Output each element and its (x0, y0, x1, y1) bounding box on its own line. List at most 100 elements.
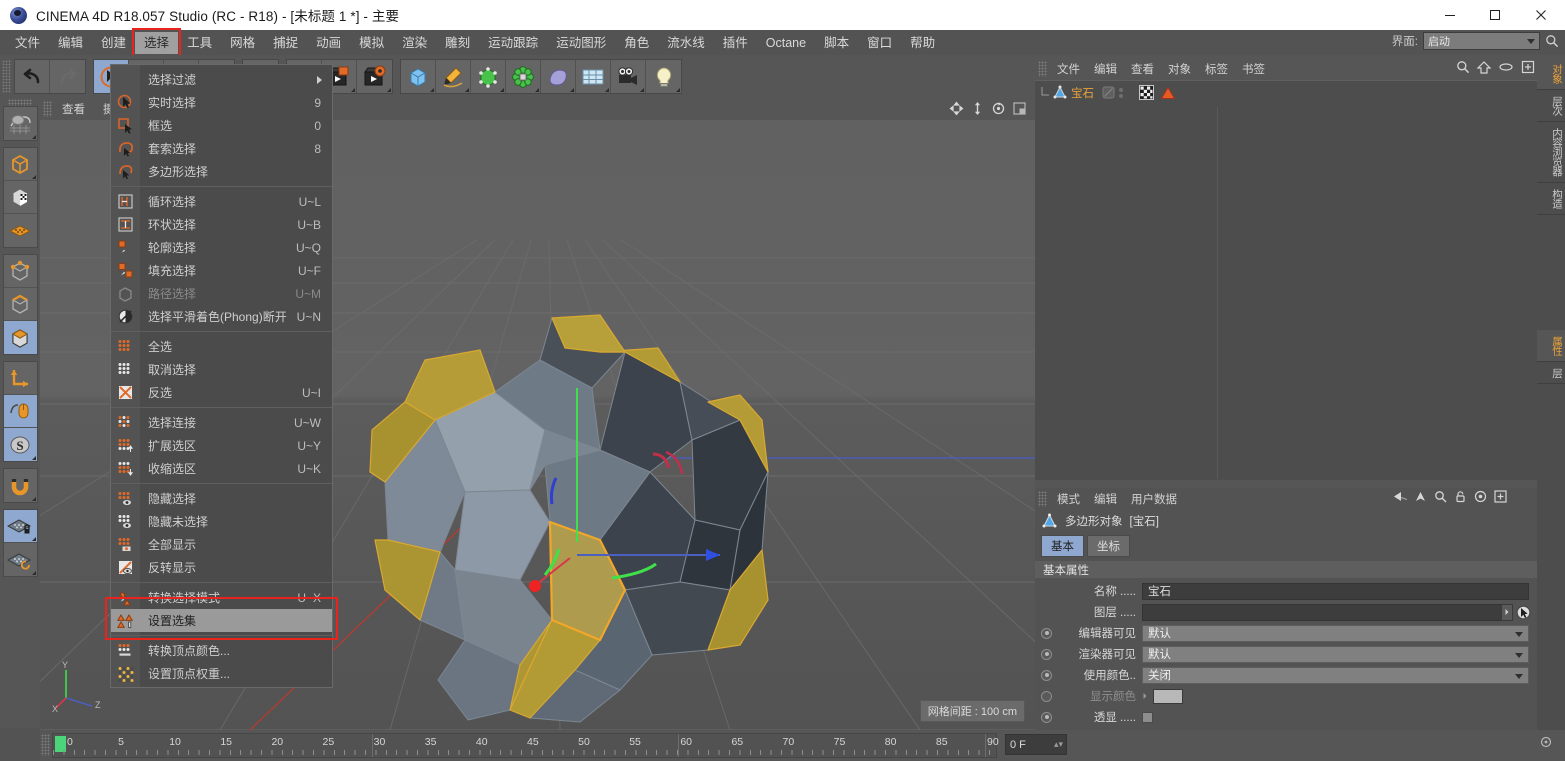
objmgr-menu-file[interactable]: 文件 (1050, 59, 1087, 79)
tab-coordinates[interactable]: 坐标 (1087, 535, 1130, 557)
menu-item-filter[interactable]: 选择过滤 (111, 68, 332, 91)
objmgr-menu-object[interactable]: 对象 (1161, 59, 1198, 79)
viewport-solo-icon[interactable] (3, 395, 37, 428)
redo-icon[interactable] (50, 60, 85, 93)
right-side-tab-0[interactable]: 属性 (1537, 329, 1565, 362)
ellipse-icon[interactable] (1498, 61, 1514, 73)
home-icon[interactable] (1477, 60, 1491, 74)
menu-4[interactable]: 工具 (178, 32, 221, 54)
workplane-lock-icon[interactable] (3, 510, 37, 543)
attribute-manager-grip[interactable] (1038, 491, 1047, 507)
undo-icon[interactable] (15, 60, 50, 93)
attrmgr-menu-mode[interactable]: 模式 (1050, 489, 1087, 509)
menu-item-lasso-selection[interactable]: 套索选择 8 (111, 137, 332, 160)
attribute-radio-icon[interactable] (1041, 690, 1052, 702)
object-disabled-icon[interactable] (1102, 86, 1115, 99)
menu-item-fill-selection[interactable]: 填充选择 U~F (111, 259, 332, 282)
workplane-rotate-icon[interactable] (4, 543, 37, 576)
floor-sky-icon[interactable] (576, 60, 611, 93)
target-icon[interactable] (1474, 490, 1487, 503)
objmgr-menu-edit[interactable]: 编辑 (1087, 59, 1124, 79)
spline-pen-icon[interactable] (436, 60, 471, 93)
object-axis-icon[interactable] (3, 362, 37, 395)
close-button[interactable] (1517, 0, 1565, 30)
search-icon[interactable] (1545, 34, 1559, 48)
attribute-radio-icon[interactable] (1041, 648, 1052, 660)
current-frame-field[interactable]: 0 F ▴▾ (1005, 734, 1067, 755)
menu-item-outline-selection[interactable]: 轮廓选择 U~Q (111, 236, 332, 259)
timeline-settings-icon[interactable] (1539, 735, 1553, 749)
object-row-gem[interactable]: 宝石 (1035, 84, 1537, 101)
layer-expand-button[interactable] (1501, 603, 1513, 621)
soft-selection-icon[interactable]: S (3, 428, 37, 461)
generator-icon[interactable] (471, 60, 506, 93)
frame-stepper-icon[interactable]: ▴▾ (1054, 739, 1063, 750)
tab-basic[interactable]: 基本 (1041, 535, 1084, 557)
menu-1[interactable]: 编辑 (49, 32, 92, 54)
menu-19[interactable]: 帮助 (901, 32, 944, 54)
interface-dropdown[interactable]: 启动 (1423, 32, 1540, 50)
display-color-swatch[interactable] (1153, 688, 1183, 704)
menu-0[interactable]: 文件 (6, 32, 49, 54)
menu-16[interactable]: Octane (757, 32, 815, 54)
timeline-track[interactable]: 0 5 10 15 20 25 30 35 40 45 50 55 60 65 70 75 80 85 90 (52, 733, 999, 758)
menu-item-unhide-all[interactable]: 全部显示 (111, 533, 332, 556)
menu-item-invert-selection[interactable]: 反选 U~I (111, 381, 332, 404)
menu-7[interactable]: 动画 (307, 32, 350, 54)
render-settings-icon[interactable] (357, 60, 392, 93)
menu-item-set-selection[interactable]: 设置选集 (111, 609, 332, 632)
menu-3[interactable]: 选择 (132, 27, 182, 58)
right-tab-0[interactable]: 对象 (1537, 58, 1565, 90)
polygon-mode-icon[interactable] (3, 321, 37, 354)
menu-item-convert-vertex-color[interactable]: 转换顶点颜色... (111, 639, 332, 662)
menu-item-set-vertex-weight[interactable]: 设置顶点权重... (111, 662, 332, 685)
menu-18[interactable]: 窗口 (858, 32, 901, 54)
menu-15[interactable]: 插件 (714, 32, 757, 54)
back-icon[interactable] (1391, 490, 1407, 503)
lock-icon[interactable] (1454, 490, 1467, 503)
layer-input[interactable] (1142, 603, 1507, 621)
object-manager[interactable]: 宝石 (1035, 80, 1537, 480)
menu-item-live-selection[interactable]: 实时选择 9 (111, 91, 332, 114)
minimize-button[interactable] (1427, 0, 1472, 30)
menu-item-deselect-all[interactable]: 取消选择 (111, 358, 332, 381)
menu-item-invert-visibility[interactable]: 反转显示 (111, 556, 332, 579)
maximize-viewport-icon[interactable] (1012, 101, 1027, 116)
right-tab-2[interactable]: 内容浏览器 (1537, 122, 1565, 183)
color-expand-icon[interactable] (1142, 692, 1148, 700)
menu-item-select-all[interactable]: 全选 (111, 335, 332, 358)
viewport-menu-view[interactable]: 查看 (54, 99, 93, 119)
model-mode-icon[interactable] (3, 148, 37, 181)
attribute-radio-icon[interactable] (1041, 627, 1052, 639)
menu-12[interactable]: 运动图形 (547, 32, 615, 54)
orbit-icon[interactable] (991, 101, 1006, 116)
name-input[interactable]: 宝石 (1142, 582, 1529, 600)
light-icon[interactable] (646, 60, 681, 93)
objmgr-menu-tag[interactable]: 标签 (1198, 59, 1235, 79)
attribute-dropdown[interactable]: 关闭 (1142, 666, 1529, 684)
attribute-radio-icon[interactable] (1041, 711, 1052, 723)
layer-picker-icon[interactable] (1516, 605, 1531, 620)
attribute-dropdown[interactable]: 默认 (1142, 645, 1529, 663)
menu-item-loop-selection[interactable]: 循环选择 U~L (111, 190, 332, 213)
up-icon[interactable] (1414, 490, 1427, 503)
right-tab-3[interactable]: 构造 (1537, 183, 1565, 215)
make-editable-icon[interactable] (4, 107, 37, 140)
menu-10[interactable]: 雕刻 (436, 32, 479, 54)
menu-11[interactable]: 运动跟踪 (479, 32, 547, 54)
menu-17[interactable]: 脚本 (815, 32, 858, 54)
visibility-editor-dot[interactable] (1119, 87, 1123, 92)
menu-9[interactable]: 渲染 (393, 32, 436, 54)
environment-icon[interactable] (541, 60, 576, 93)
right-tab-1[interactable]: 层次 (1537, 90, 1565, 122)
menu-item-phong-break[interactable]: 选择平滑着色(Phong)断开 U~N (111, 305, 332, 328)
menu-item-grow-selection[interactable]: 扩展选区 U~Y (111, 434, 332, 457)
menu-8[interactable]: 模拟 (350, 32, 393, 54)
transparency-checkbox[interactable] (1142, 711, 1153, 723)
menu-6[interactable]: 捕捉 (264, 32, 307, 54)
right-side-tab-1[interactable]: 层 (1537, 362, 1565, 384)
search-icon[interactable] (1434, 490, 1447, 503)
toolbar-grip[interactable] (2, 60, 11, 93)
menu-item-ring-selection[interactable]: 环状选择 U~B (111, 213, 332, 236)
objmgr-menu-bookmark[interactable]: 书签 (1235, 59, 1272, 79)
